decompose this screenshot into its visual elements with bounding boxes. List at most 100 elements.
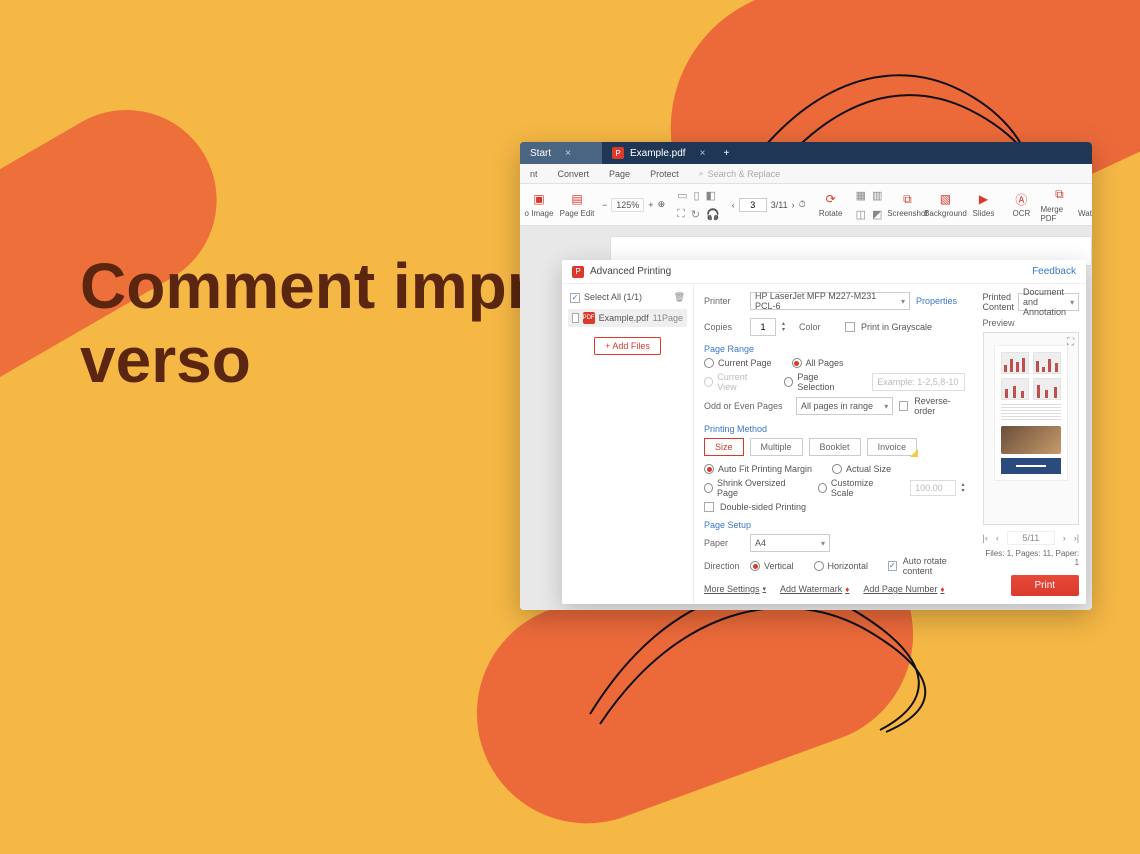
tool-slides[interactable]: ▶Slides [964,191,1002,218]
tool-screenshot[interactable]: ⧉Screenshot [888,191,926,218]
pager-value[interactable]: 5/11 [1007,531,1055,545]
search-replace-input[interactable]: Search & Replace [689,168,1092,179]
preview-text [1001,404,1062,422]
select-all-checkbox[interactable]: ✓ [570,293,580,303]
pdf-icon: PDF [583,312,595,324]
custom-scale-radio[interactable]: Customize Scale [818,478,890,498]
tab-document[interactable]: P Example.pdf × [602,142,715,164]
autofit-radio[interactable]: Auto Fit Printing Margin [704,464,812,474]
grayscale-checkbox[interactable] [845,322,855,332]
page-selection-radio[interactable]: Page Selection [784,372,852,392]
tool-icon[interactable]: ⛶ [677,208,685,221]
file-info: Files: 1, Pages: 11, Paper: 1 [983,549,1080,567]
close-icon[interactable]: × [565,148,571,159]
feedback-link[interactable]: Feedback [1032,266,1076,277]
page-input[interactable] [739,198,767,212]
menu-item[interactable]: Convert [548,169,600,179]
zoom-in-icon[interactable]: + [648,200,653,210]
paper-select[interactable]: A4▾ [750,534,830,552]
first-page-icon[interactable]: |‹ [983,533,988,543]
reverse-order-checkbox[interactable] [899,401,908,411]
vertical-radio[interactable]: Vertical [750,561,794,571]
dialog-header: P Advanced Printing Feedback [562,260,1086,284]
menu-item[interactable]: nt [520,169,548,179]
method-invoice-button[interactable]: Invoice [867,438,918,456]
tool-icon[interactable]: ▭ [677,189,687,202]
double-sided-checkbox[interactable] [704,502,714,512]
chevron-down-icon: ▾ [1070,298,1074,307]
rotate-icon: ⟳ [823,191,839,207]
zoom-value[interactable]: 125% [611,198,644,212]
tool-icon[interactable]: ▯ [694,189,700,202]
tool-icon[interactable]: 🎧 [706,208,720,221]
tool-icon[interactable]: ◫ [856,208,866,221]
app-window: Start × P Example.pdf × + nt Convert Pag… [520,142,1092,610]
next-page-icon[interactable]: › [1063,533,1066,543]
crown-icon: ♦ [845,585,849,594]
add-watermark-link[interactable]: Add Watermark ♦ [780,584,849,594]
new-tab-button[interactable]: + [715,142,737,164]
tool-icon[interactable]: ↻ [691,208,700,221]
menu-item[interactable]: Protect [640,169,689,179]
zoom-out-icon[interactable]: − [602,200,607,210]
copies-spinner[interactable]: ▴▾ [782,321,785,333]
page-setup-title: Page Setup [704,520,965,530]
tool-icon[interactable]: ◩ [872,208,882,221]
shrink-radio[interactable]: Shrink Oversized Page [704,478,798,498]
add-page-number-link[interactable]: Add Page Number ♦ [863,584,944,594]
tool-merge[interactable]: ⧉Merge PDF [1040,187,1078,223]
tool-icon[interactable]: ◧ [706,189,716,202]
tab-label: Example.pdf [630,148,686,159]
next-page-icon[interactable]: › [792,200,795,210]
add-files-button[interactable]: + Add Files [594,337,661,355]
clock-icon[interactable]: ⏱ [799,199,806,210]
last-page-icon[interactable]: ›| [1074,533,1079,543]
paper-label: Paper [704,538,744,548]
printed-content-select[interactable]: Document and Annotation▾ [1018,293,1079,311]
printer-select[interactable]: HP LaserJet MFP M227-M231 PCL-6▾ [750,292,910,310]
actual-size-radio[interactable]: Actual Size [832,464,891,474]
method-size-button[interactable]: Size [704,438,744,456]
copies-input[interactable] [750,318,776,336]
scale-input[interactable]: 100.00 [910,480,955,496]
preview-page [994,345,1069,481]
tool-watermark[interactable]: ◈Watermark [1078,191,1092,218]
close-icon[interactable]: × [700,148,706,159]
autorotate-checkbox[interactable] [888,561,897,571]
print-button[interactable]: Print [1011,575,1080,596]
zoom-controls[interactable]: − 125% + ⊕ [596,198,671,212]
tab-start[interactable]: Start × [520,142,602,164]
odd-even-select[interactable]: All pages in range▾ [796,397,893,415]
tool-icon[interactable]: ▥ [872,189,882,202]
properties-link[interactable]: Properties [916,296,957,306]
horizontal-radio[interactable]: Horizontal [814,561,869,571]
method-booklet-button[interactable]: Booklet [809,438,861,456]
file-row[interactable]: PDF Example.pdf 11Page [568,309,687,327]
scale-spinner[interactable]: ▴▾ [962,482,965,494]
tool-page-edit[interactable]: ▤Page Edit [558,191,596,218]
fit-icon[interactable]: ⊕ [658,199,666,210]
tool-icon[interactable]: ▦ [856,189,866,202]
tool-image[interactable]: ▣o Image [520,191,558,218]
more-settings-link[interactable]: More Settings ▾ [704,584,766,594]
merge-icon: ⧉ [1051,187,1067,203]
prev-page-icon[interactable]: ‹ [732,200,735,210]
method-multiple-button[interactable]: Multiple [750,438,803,456]
page-total: 3/11 [771,200,788,210]
preview-chart [1001,352,1029,374]
current-page-radio[interactable]: Current Page [704,358,772,368]
tool-background[interactable]: ▧Background [926,191,964,218]
image-icon: ▣ [531,191,547,207]
file-name: Example.pdf [599,313,649,323]
prev-page-icon[interactable]: ‹ [996,533,999,543]
file-checkbox[interactable] [572,313,579,323]
all-pages-radio[interactable]: All Pages [792,358,844,368]
trash-icon[interactable]: 🗑 [674,292,685,303]
title-bar: Start × P Example.pdf × + [520,142,1092,164]
menu-item[interactable]: Page [599,169,640,179]
tool-rotate[interactable]: ⟳Rotate [812,191,850,218]
odd-even-label: Odd or Even Pages [704,401,790,411]
tool-ocr[interactable]: ⒶOCR [1002,191,1040,218]
mini-tool-group: ▦ ▥ ◫ ◩ [850,184,889,225]
page-range-input[interactable]: Example: 1-2,5,8-10 [872,373,964,391]
